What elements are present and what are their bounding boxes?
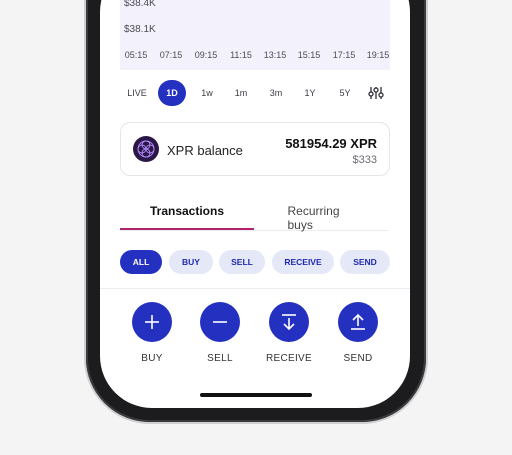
range-tab-1d[interactable]: 1D [158, 80, 186, 106]
x-axis-label: 17:15 [332, 50, 356, 60]
send-arrow-icon [351, 313, 365, 330]
filter-chip-receive[interactable]: RECEIVE [272, 250, 334, 274]
y-axis-label: $38.4K [124, 0, 156, 9]
buy-label: BUY [141, 353, 163, 364]
filter-chip-sell[interactable]: SELL [219, 250, 265, 274]
filter-chip-buy[interactable]: BUY [169, 250, 213, 274]
tab-transactions[interactable]: Transactions [150, 204, 224, 218]
receive-button[interactable] [269, 302, 309, 342]
x-axis-label: 07:15 [159, 50, 183, 60]
receive-label: RECEIVE [265, 353, 313, 364]
filter-chip-send[interactable]: SEND [340, 250, 390, 274]
active-tab-indicator [120, 228, 254, 230]
minus-icon [213, 321, 227, 323]
x-axis-label: 05:15 [124, 50, 148, 60]
range-tab-1y[interactable]: 1Y [304, 80, 315, 106]
balance-fiat-value: $333 [352, 154, 377, 166]
x-axis-label: 09:15 [194, 50, 218, 60]
sell-button[interactable] [200, 302, 240, 342]
section-divider [100, 288, 410, 289]
tab-recurring-buys[interactable]: Recurring buys [288, 204, 355, 232]
home-indicator [200, 393, 312, 397]
sell-label: SELL [207, 353, 233, 364]
receive-arrow-icon [282, 314, 296, 331]
transaction-tabs: Transactions Recurring buys [120, 200, 388, 232]
range-tab-5y[interactable]: 5Y [339, 80, 350, 106]
x-axis-label: 19:15 [366, 50, 390, 60]
xpr-coin-icon [133, 136, 159, 162]
balance-amount: 581954.29 XPR [285, 136, 377, 151]
balance-label: XPR balance [167, 143, 243, 158]
plus-icon [145, 315, 159, 329]
y-axis-label: $38.1K [124, 24, 156, 35]
balance-card[interactable]: XPR balance 581954.29 XPR $333 [120, 122, 390, 176]
range-selector: LIVE 1D 1w 1m 3m 1Y 5Y [120, 80, 390, 106]
x-axis-label: 11:15 [230, 50, 252, 60]
range-tab-live[interactable]: LIVE [127, 80, 147, 106]
app-screen: $38.4K $38.1K 05:15 07:15 09:15 11:15 13… [100, 0, 410, 408]
range-tab-1m[interactable]: 1m [235, 80, 248, 106]
send-label: SEND [343, 353, 373, 364]
x-axis-label: 13:15 [263, 50, 287, 60]
x-axis-label: 15:15 [297, 50, 321, 60]
filter-chip-all[interactable]: ALL [120, 250, 162, 274]
buy-button[interactable] [132, 302, 172, 342]
range-tab-1w[interactable]: 1w [201, 80, 213, 106]
send-button[interactable] [338, 302, 378, 342]
chart-settings-icon[interactable] [368, 85, 384, 106]
range-tab-3m[interactable]: 3m [270, 80, 283, 106]
